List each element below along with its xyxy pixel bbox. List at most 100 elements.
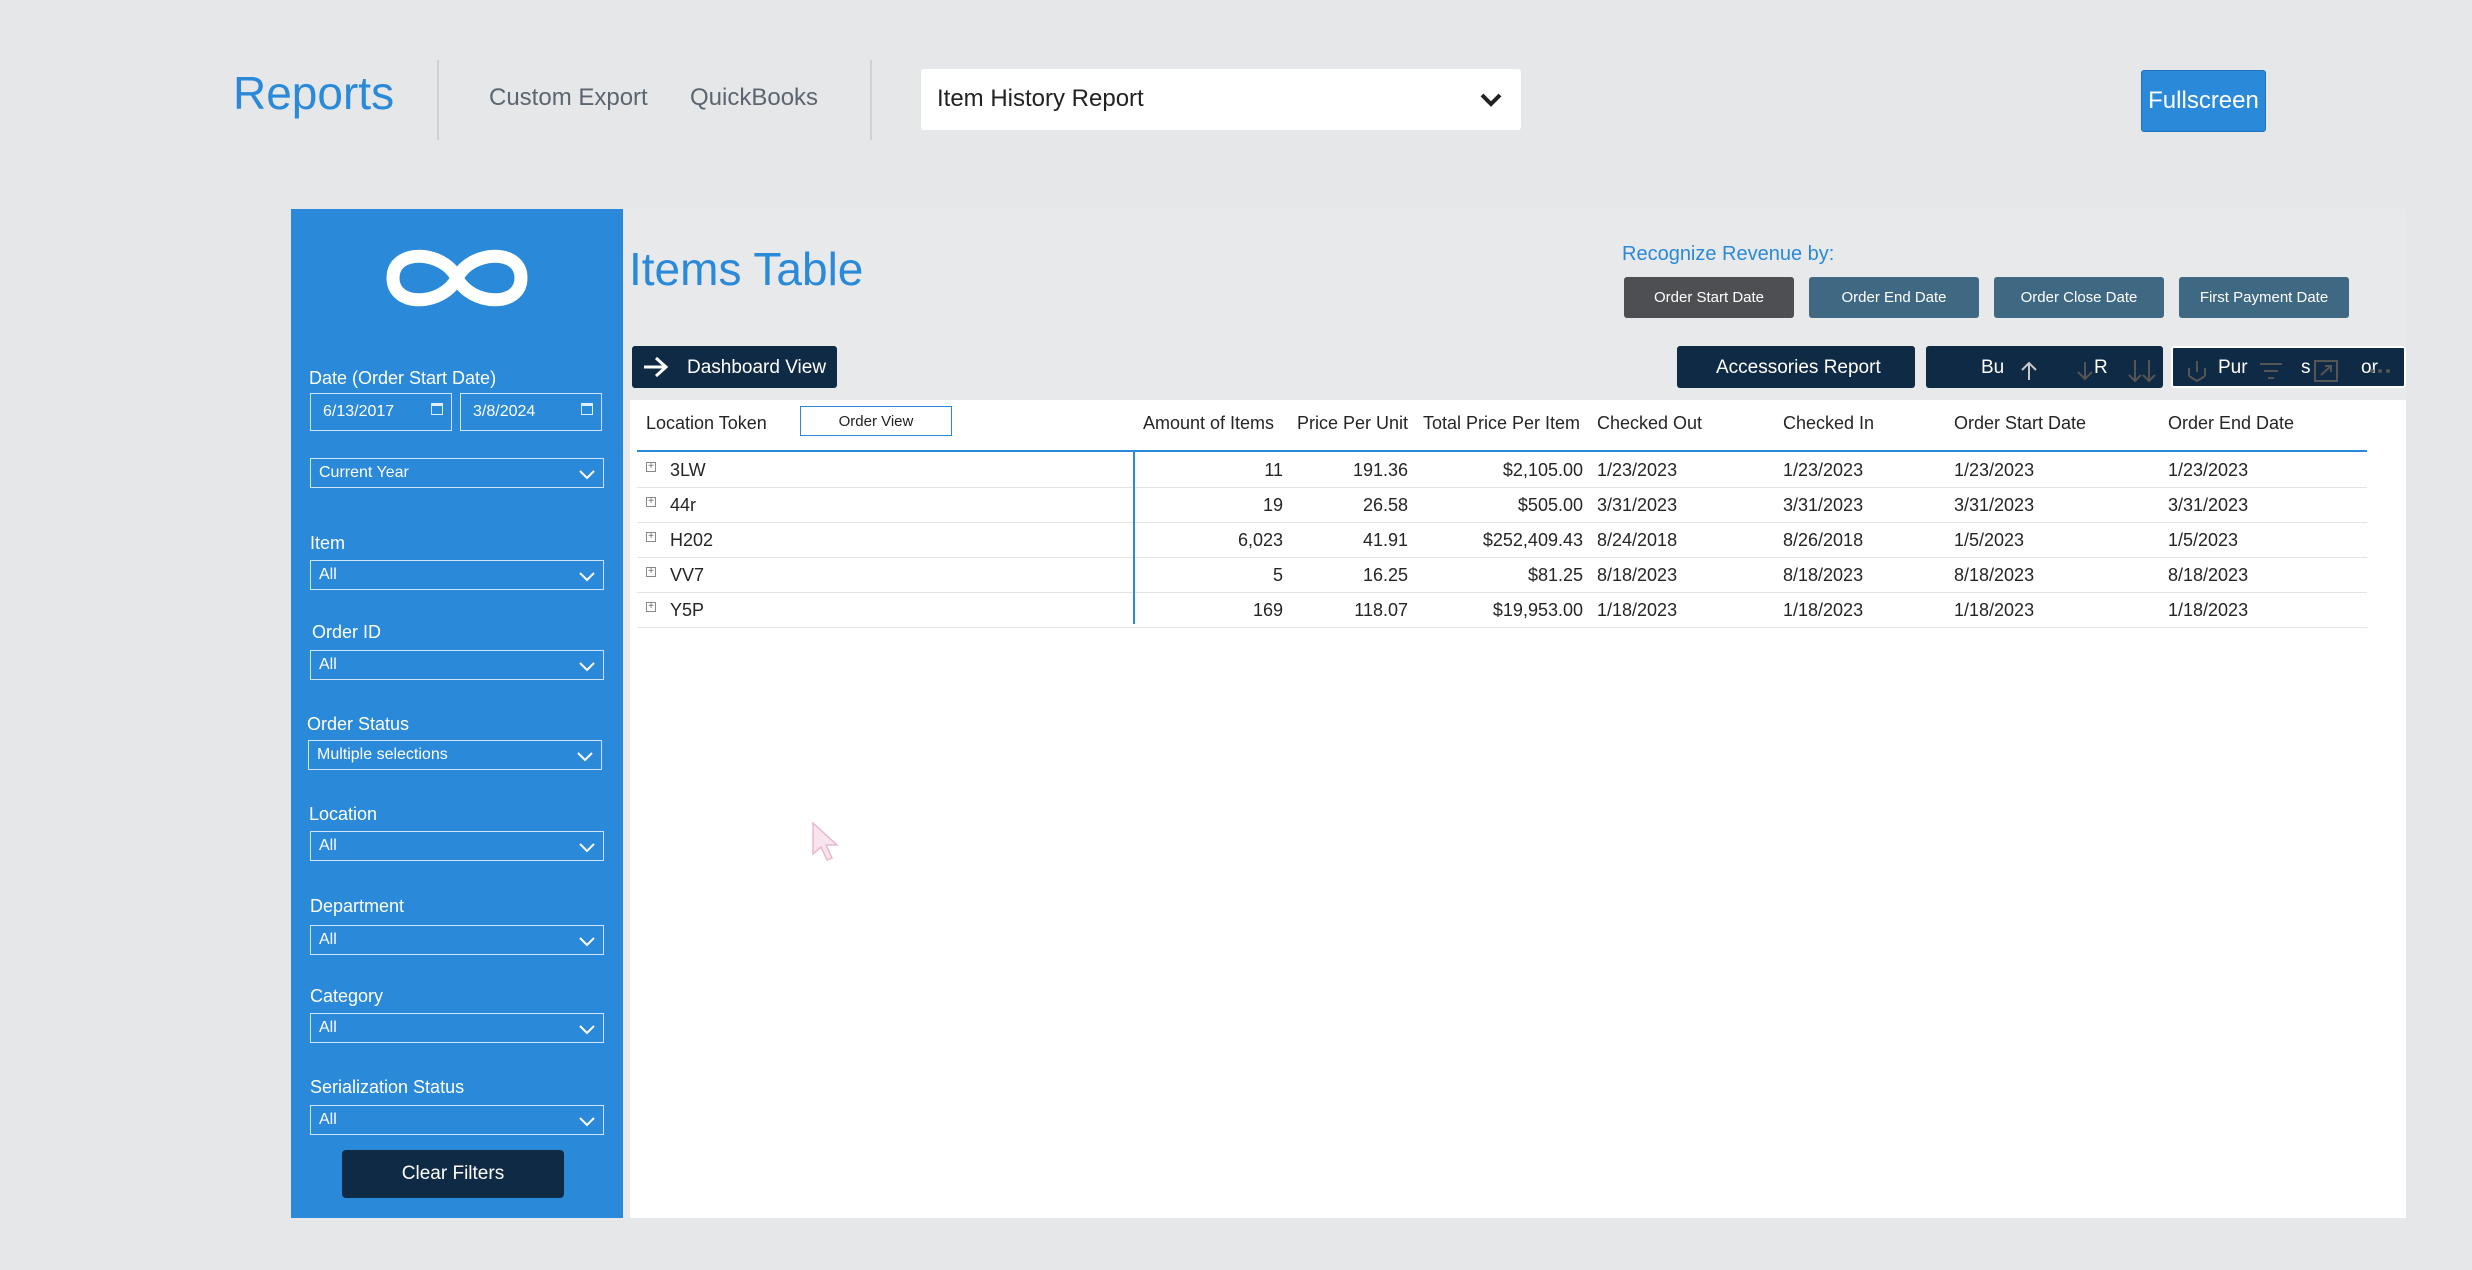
serialization-status-dropdown[interactable]: All <box>310 1105 604 1135</box>
calendar-icon[interactable] <box>431 403 443 415</box>
col-header-order-end[interactable]: Order End Date <box>2168 413 2294 434</box>
col-header-order-start[interactable]: Order Start Date <box>1954 413 2086 434</box>
chevron-down-icon <box>577 752 593 762</box>
first-payment-date-button[interactable]: First Payment Date <box>2179 277 2349 318</box>
col-header-checked-out[interactable]: Checked Out <box>1597 413 1702 434</box>
date-start-input[interactable]: 6/13/2017 <box>310 393 452 431</box>
dashboard-view-button[interactable]: Dashboard View <box>632 346 837 388</box>
custom-export-link[interactable]: Custom Export <box>489 84 648 112</box>
col-header-location-token[interactable]: Location Token <box>646 413 767 434</box>
order-status-value: Multiple selections <box>317 746 448 763</box>
accessories-report-button[interactable]: Accessories Report <box>1677 346 1915 388</box>
chevron-down-icon <box>579 572 595 582</box>
clear-filters-button[interactable]: Clear Filters <box>342 1150 564 1198</box>
table-row[interactable]: +44r 19 26.58 $505.00 3/31/2023 3/31/2023 3/31… <box>637 487 2367 523</box>
department-value: All <box>319 931 337 948</box>
table-row[interactable]: + VV7 5 16.25 $81.25 8/18/2023 8/18/2023 8/18/2… <box>637 557 2367 593</box>
chevron-down-icon <box>579 1025 595 1035</box>
cell-checked-out: 1/18/2023 <box>1597 600 1678 620</box>
col-header-total-price[interactable]: Total Price Per Item <box>1423 413 1580 434</box>
item-value: All <box>319 566 337 583</box>
chevron-down-icon <box>579 1117 595 1127</box>
report-select[interactable]: Item History Report <box>921 69 1521 130</box>
report-select-value: Item History Report <box>937 85 1144 112</box>
recognize-revenue-label: Recognize Revenue by: <box>1622 243 1835 265</box>
quickbooks-link[interactable]: QuickBooks <box>690 84 818 112</box>
filter-label-item: Item <box>310 533 346 553</box>
chevron-down-icon <box>579 843 595 853</box>
accessories-report-label: Accessories Report <box>1716 357 1881 378</box>
period-dropdown[interactable]: Current Year <box>310 458 604 488</box>
chevron-down-icon <box>579 937 595 947</box>
cell-order-start: 1/5/2023 <box>1954 530 2025 550</box>
filter-label-category: Category <box>310 986 384 1006</box>
purchase-report-label: Pur <box>2218 357 2248 378</box>
arrow-right-icon <box>644 356 669 378</box>
expand-icon[interactable]: + <box>646 497 656 507</box>
col-header-checked-in[interactable]: Checked In <box>1783 413 1874 434</box>
cell-checked-out: 1/23/2023 <box>1597 460 1678 480</box>
cell-order-end: 1/18/2023 <box>2168 600 2249 620</box>
order-start-date-button[interactable]: Order Start Date <box>1624 277 1794 318</box>
nav-divider <box>870 60 872 140</box>
filter-label-serialization-status: Serialization Status <box>310 1077 465 1097</box>
expand-icon[interactable]: + <box>646 602 656 612</box>
purchase-report-label-mid: s <box>2301 357 2311 378</box>
bundle-report-label: Bu <box>1981 357 2005 378</box>
category-value: All <box>319 1019 337 1036</box>
cell-token: 44r <box>670 495 697 515</box>
order-close-date-button[interactable]: Order Close Date <box>1994 277 2164 318</box>
focus-mode-icon[interactable] <box>2313 359 2339 383</box>
fullscreen-button[interactable]: Fullscreen <box>2141 70 2266 132</box>
cell-total-price: $252,409.43 <box>1482 530 1583 550</box>
table-row[interactable]: +3LW 11 191.36 $2,105.00 1/23/2023 1/23/2023 1… <box>637 452 2367 488</box>
order-view-button[interactable]: Order View <box>800 406 952 436</box>
filter-icon[interactable] <box>2258 360 2284 382</box>
cell-checked-in: 3/31/2023 <box>1783 495 1864 515</box>
cell-order-start: 1/18/2023 <box>1954 600 2035 620</box>
infinity-logo <box>386 249 528 307</box>
cell-checked-out: 3/31/2023 <box>1597 495 1678 515</box>
cell-order-start: 1/23/2023 <box>1954 460 2035 480</box>
table-row[interactable]: + H202 6,023 41.91 $252,409.43 8/24/2018 8/26/… <box>637 522 2367 558</box>
period-value: Current Year <box>319 464 409 481</box>
date-filter-label: Date (Order Start Date) <box>309 368 497 388</box>
date-end-input[interactable]: 3/8/2024 <box>460 393 602 431</box>
expand-icon[interactable]: + <box>646 567 656 577</box>
expand-icon[interactable]: + <box>646 462 656 472</box>
table-row[interactable]: + Y5P 169 118.07 $19,953.00 1/18/2023 1/18/202… <box>637 592 2367 628</box>
cell-total-price: $505.00 <box>1517 495 1583 515</box>
cell-token: H202 <box>670 530 714 550</box>
cell-checked-in: 8/26/2018 <box>1783 530 1864 550</box>
order-id-dropdown[interactable]: All <box>310 650 604 680</box>
expand-all-icon[interactable] <box>2126 358 2158 384</box>
sort-down-icon[interactable] <box>2074 360 2096 382</box>
order-end-date-button[interactable]: Order End Date <box>1809 277 1979 318</box>
column-divider <box>1133 451 1135 624</box>
cell-checked-in: 8/18/2023 <box>1783 565 1864 585</box>
filter-label-location: Location <box>309 804 378 824</box>
col-header-amount[interactable]: Amount of Items <box>1143 413 1274 434</box>
item-dropdown[interactable]: All <box>310 560 604 590</box>
drill-icon[interactable] <box>2184 358 2210 384</box>
date-end-value: 3/8/2024 <box>473 403 536 420</box>
date-start-value: 6/13/2017 <box>323 403 395 420</box>
cell-order-end: 8/18/2023 <box>2168 565 2249 585</box>
cell-checked-out: 8/24/2018 <box>1597 530 1678 550</box>
department-dropdown[interactable]: All <box>310 925 604 955</box>
calendar-icon[interactable] <box>581 403 593 415</box>
chevron-down-icon <box>579 662 595 672</box>
expand-icon[interactable]: + <box>646 532 656 542</box>
cell-token: VV7 <box>670 565 705 585</box>
col-header-price-per-unit[interactable]: Price Per Unit <box>1297 413 1408 434</box>
category-dropdown[interactable]: All <box>310 1013 604 1043</box>
filter-label-order-status: Order Status <box>307 714 410 734</box>
location-dropdown[interactable]: All <box>310 831 604 861</box>
chevron-down-icon <box>1480 93 1502 107</box>
sort-up-icon[interactable] <box>2018 360 2040 382</box>
app-brand[interactable]: Reports <box>233 66 394 120</box>
more-options-icon[interactable] <box>2368 367 2392 375</box>
dashboard-view-label: Dashboard View <box>687 357 827 378</box>
order-status-dropdown[interactable]: Multiple selections <box>308 740 602 770</box>
cell-price-per-unit: 118.07 <box>1354 600 1408 620</box>
